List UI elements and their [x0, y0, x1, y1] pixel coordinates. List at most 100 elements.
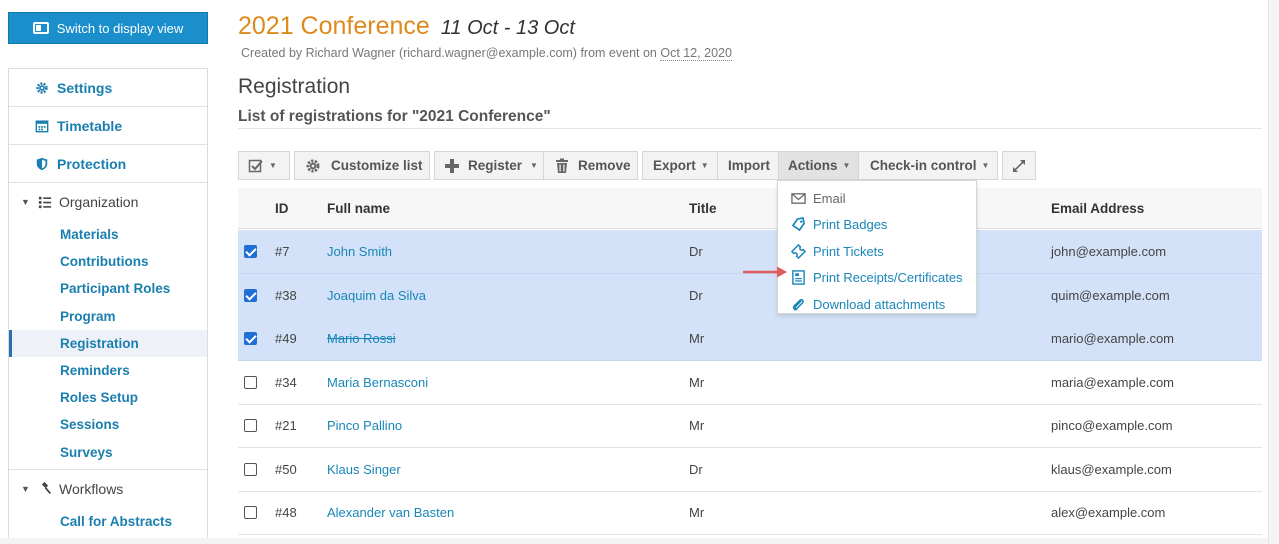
table-row[interactable]: #49 Mario Rossi Mr mario@example.com: [238, 317, 1262, 361]
menu-item-label: Print Badges: [813, 217, 888, 233]
caret-down-icon: ▼: [21, 483, 30, 494]
column-header-id[interactable]: ID: [275, 201, 289, 216]
table-row[interactable]: #48 Alexander van Basten Mr alex@example…: [238, 491, 1262, 535]
menu-item-label: Print Receipts/Certificates: [813, 270, 963, 286]
cell-name-link[interactable]: Maria Bernasconi: [327, 375, 428, 390]
row-checkbox[interactable]: [244, 506, 257, 519]
sidebar-item-materials[interactable]: Materials: [9, 221, 207, 248]
switch-to-display-view-button[interactable]: Switch to display view: [8, 12, 208, 44]
cell-id: #34: [275, 375, 297, 390]
vertical-scrollbar[interactable]: [1268, 0, 1279, 544]
sidebar-item-label: Protection: [57, 155, 127, 172]
caret-down-icon: ▼: [981, 161, 990, 170]
check-in-control-dropdown-button[interactable]: Check-in control ▼: [858, 151, 998, 180]
cell-email: john@example.com: [1051, 244, 1167, 259]
created-by-text: Created by Richard Wagner (richard.wagne…: [241, 46, 661, 60]
cell-name-link[interactable]: Klaus Singer: [327, 462, 401, 477]
row-checkbox[interactable]: [244, 419, 257, 432]
cell-email: klaus@example.com: [1051, 462, 1172, 477]
bottom-edge: [0, 538, 1268, 544]
sidebar-item-reminders[interactable]: Reminders: [9, 357, 207, 384]
certificate-icon: [792, 270, 805, 286]
row-checkbox[interactable]: [244, 376, 257, 389]
sidebar-item-timetable[interactable]: Timetable: [9, 107, 207, 145]
row-checkbox[interactable]: [244, 289, 257, 302]
column-header-email[interactable]: Email Address: [1051, 201, 1144, 216]
cell-email: mario@example.com: [1051, 331, 1175, 346]
sidebar-item-label: Timetable: [57, 117, 123, 134]
registration-page: Switch to display view Settings Timetabl…: [0, 0, 1279, 544]
menu-item-print-badges[interactable]: Print Badges: [778, 212, 976, 239]
table-row[interactable]: #50 Klaus Singer Dr klaus@example.com: [238, 448, 1262, 492]
column-header-title[interactable]: Title: [689, 201, 717, 216]
cell-id: #50: [275, 462, 297, 477]
sidebar-group-workflows-header[interactable]: ▼ Workflows: [9, 470, 207, 508]
sidebar-item-settings[interactable]: Settings: [9, 69, 207, 107]
annotation-arrow-icon: [743, 266, 787, 278]
sidebar-item-registration[interactable]: Registration: [9, 329, 207, 357]
export-button[interactable]: Export ▼: [642, 151, 718, 180]
cell-name-link[interactable]: Pinco Pallino: [327, 418, 402, 433]
actions-dropdown-menu: Email Print Badges Print Tickets Print R…: [777, 180, 977, 314]
cell-id: #38: [275, 288, 297, 303]
sidebar-group-organization-header[interactable]: ▼ Organization: [9, 183, 207, 221]
sidebar-item-roles-setup[interactable]: Roles Setup: [9, 384, 207, 411]
calendar-icon: [35, 119, 49, 132]
customize-list-label: Customize list: [331, 158, 423, 173]
sidebar-group-label: Workflows: [59, 480, 124, 497]
sidebar-item-program[interactable]: Program: [9, 303, 207, 330]
import-label: Import: [728, 158, 770, 173]
cell-name-link[interactable]: John Smith: [327, 244, 392, 259]
cell-email: quim@example.com: [1051, 288, 1170, 303]
cell-name-link[interactable]: Mario Rossi: [327, 331, 396, 346]
sidebar-item-label: Settings: [57, 79, 113, 96]
select-rows-dropdown-button[interactable]: ▼: [238, 151, 290, 180]
switch-label: Switch to display view: [56, 20, 184, 36]
created-date: Oct 12, 2020: [660, 46, 732, 61]
table-row[interactable]: #34 Maria Bernasconi Mr maria@example.co…: [238, 361, 1262, 405]
list-icon: [38, 196, 52, 209]
created-by-line: Created by Richard Wagner (richard.wagne…: [241, 46, 732, 61]
event-title: 2021 Conference 11 Oct - 13 Oct: [238, 12, 575, 41]
expand-icon: [1013, 159, 1025, 172]
sidebar-item-participant-roles[interactable]: Participant Roles: [9, 275, 207, 302]
import-button[interactable]: Import: [717, 151, 779, 180]
remove-label: Remove: [578, 158, 631, 173]
sidebar-group-organization: ▼ Organization Materials Contributions P…: [9, 183, 207, 470]
row-checkbox[interactable]: [244, 463, 257, 476]
cell-title: Mr: [689, 375, 705, 390]
event-dates: 11 Oct - 13 Oct: [440, 17, 575, 39]
cell-name-link[interactable]: Joaquim da Silva: [327, 288, 426, 303]
expand-button[interactable]: [1002, 151, 1036, 180]
caret-down-icon: ▼: [269, 161, 277, 170]
column-header-full-name[interactable]: Full name: [327, 201, 390, 216]
actions-dropdown-button[interactable]: Actions ▼: [778, 151, 859, 180]
sidebar-item-protection[interactable]: Protection: [9, 145, 207, 183]
paperclip-icon: [792, 298, 804, 311]
menu-item-email[interactable]: Email: [778, 185, 976, 212]
customize-list-button[interactable]: Customize list: [294, 151, 430, 180]
remove-button[interactable]: Remove: [543, 151, 638, 180]
menu-item-print-receipts-certificates[interactable]: Print Receipts/Certificates: [778, 265, 976, 292]
display-view-icon: [32, 22, 49, 34]
caret-down-icon: ▼: [700, 161, 709, 170]
sidebar-item-contributions[interactable]: Contributions: [9, 248, 207, 275]
sidebar-item-sessions[interactable]: Sessions: [9, 411, 207, 438]
page-title: Registration: [238, 75, 351, 98]
cell-id: #49: [275, 331, 297, 346]
menu-item-print-tickets[interactable]: Print Tickets: [778, 238, 976, 265]
table-row[interactable]: #21 Pinco Pallino Mr pinco@example.com: [238, 404, 1262, 448]
ticket-icon: [791, 243, 806, 259]
cell-name-link[interactable]: Alexander van Basten: [327, 505, 454, 520]
table-row[interactable]: #38 Joaquim da Silva Dr quim@example.com: [238, 274, 1262, 318]
row-checkbox[interactable]: [244, 332, 257, 345]
sidebar-item-surveys[interactable]: Surveys: [9, 439, 207, 466]
cell-title: Mr: [689, 331, 705, 346]
cell-title: Dr: [689, 462, 703, 477]
sidebar-item-call-for-abstracts[interactable]: Call for Abstracts: [9, 508, 207, 535]
row-checkbox[interactable]: [244, 245, 257, 258]
table-header: ID Full name Title Email Address: [238, 188, 1262, 229]
register-button[interactable]: Register ▼: [434, 151, 544, 180]
menu-item-download-attachments[interactable]: Download attachments: [778, 291, 976, 318]
plus-icon: [445, 158, 459, 173]
